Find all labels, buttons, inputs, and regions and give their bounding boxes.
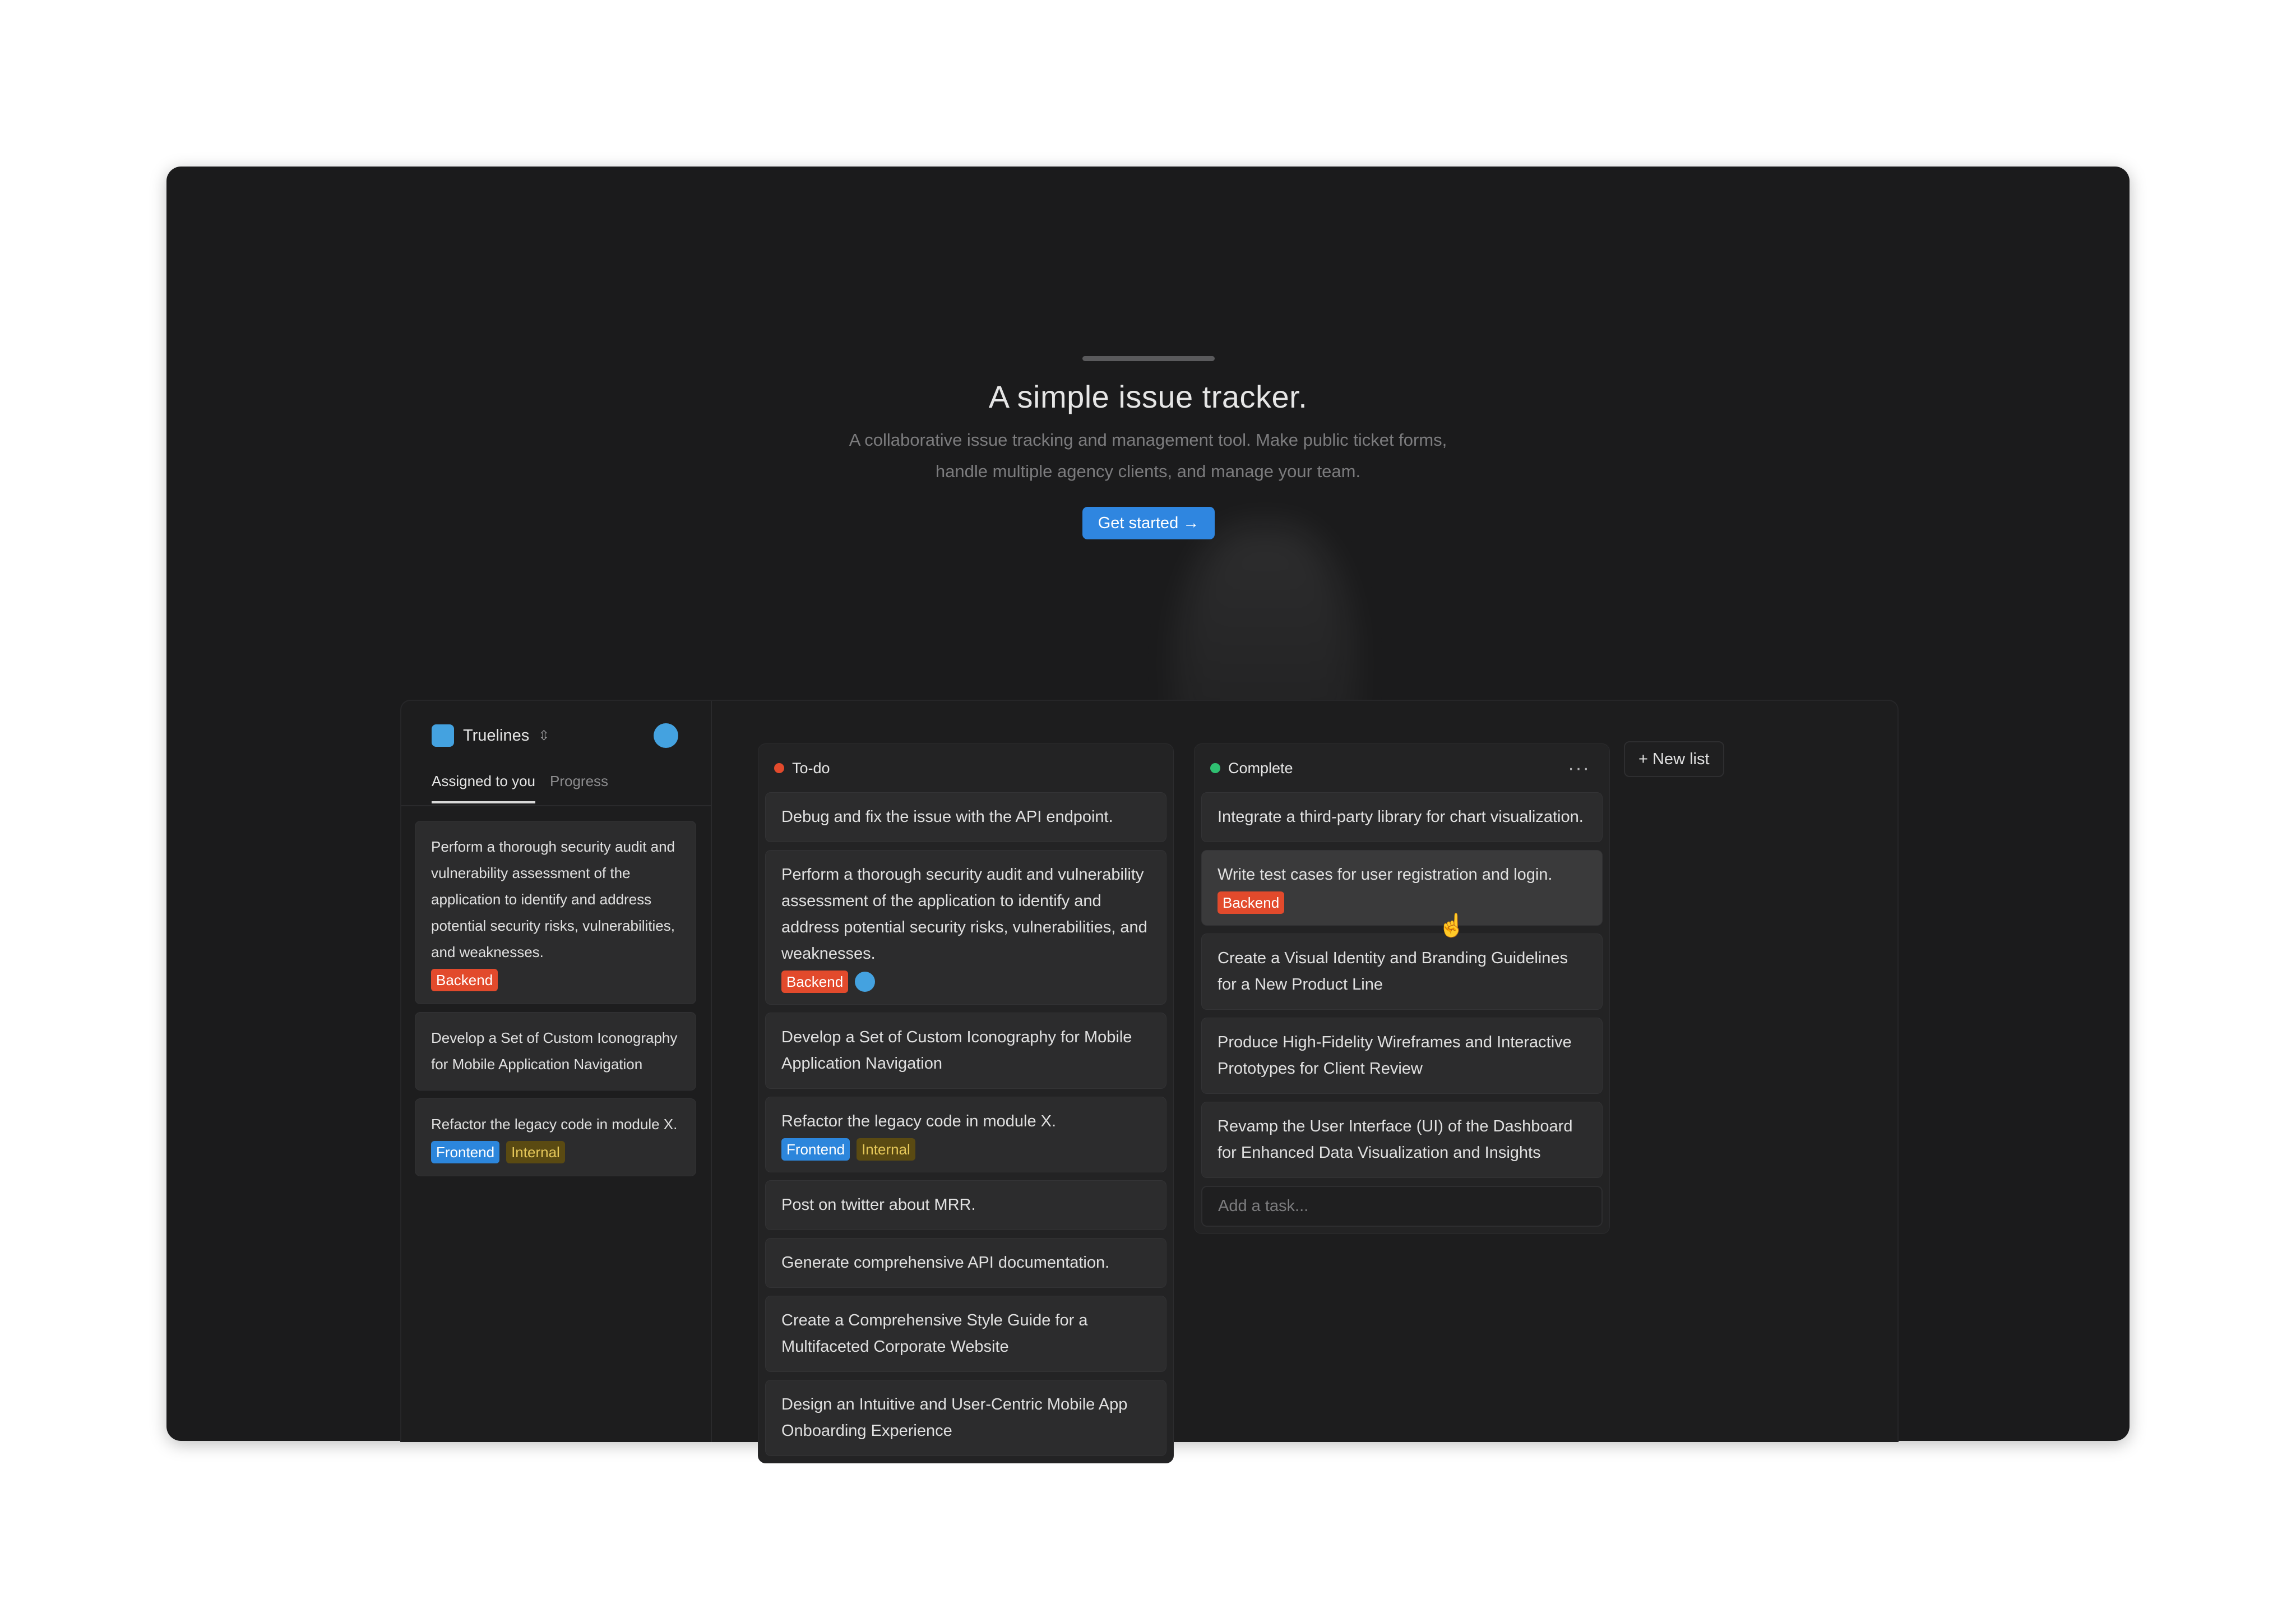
card-text: Refactor the legacy code in module X. xyxy=(781,1112,1057,1130)
tab-assigned-to-you[interactable]: Assigned to you xyxy=(432,773,536,803)
tag-internal: Internal xyxy=(857,1138,915,1161)
card-text: Refactor the legacy code in module X. xyxy=(431,1116,678,1133)
avatar[interactable] xyxy=(654,723,678,748)
card-text: Develop a Set of Custom Iconography for … xyxy=(781,1028,1132,1073)
card-text: Create a Comprehensive Style Guide for a… xyxy=(781,1311,1088,1356)
column-header: Complete ··· xyxy=(1195,744,1609,792)
task-card[interactable]: Create a Comprehensive Style Guide for a… xyxy=(765,1296,1166,1372)
hero-subtitle: A collaborative issue tracking and manag… xyxy=(806,424,1490,487)
list-item[interactable]: Refactor the legacy code in module X. Fr… xyxy=(415,1098,696,1176)
tag-internal: Internal xyxy=(506,1141,565,1163)
card-text: Revamp the User Interface (UI) of the Da… xyxy=(1218,1117,1573,1162)
list-item[interactable]: Develop a Set of Custom Iconography for … xyxy=(415,1012,696,1091)
task-card[interactable]: Produce High-Fidelity Wireframes and Int… xyxy=(1201,1018,1603,1094)
card-text: Integrate a third-party library for char… xyxy=(1218,808,1584,826)
status-dot xyxy=(1210,763,1220,773)
new-list-button[interactable]: + New list xyxy=(1624,741,1724,777)
card-text: Create a Visual Identity and Branding Gu… xyxy=(1218,949,1568,994)
todo-column: To-do Debug and fix the issue with the A… xyxy=(758,743,1174,1463)
task-card[interactable]: Design an Intuitive and User-Centric Mob… xyxy=(765,1380,1166,1456)
workspace-icon xyxy=(432,724,454,747)
column-header: To-do xyxy=(758,744,1173,792)
get-started-button[interactable]: Get started → xyxy=(1082,507,1215,539)
status-dot xyxy=(774,763,784,773)
hero-title: A simple issue tracker. xyxy=(988,379,1308,414)
task-card[interactable]: Develop a Set of Custom Iconography for … xyxy=(765,1013,1166,1089)
add-task-input[interactable]: Add a task... xyxy=(1201,1186,1603,1227)
tag-frontend: Frontend xyxy=(781,1138,850,1161)
task-card[interactable]: Revamp the User Interface (UI) of the Da… xyxy=(1201,1102,1603,1178)
card-text: Debug and fix the issue with the API end… xyxy=(781,808,1113,826)
sidebar-tabs: Assigned to you Progress xyxy=(432,773,608,803)
card-text: Post on twitter about MRR. xyxy=(781,1196,976,1214)
hero-subtitle-line-1: A collaborative issue tracking and manag… xyxy=(849,430,1447,450)
chevron-updown-icon: ⇳ xyxy=(538,728,550,743)
tag-backend: Backend xyxy=(431,969,498,991)
board-preview: Truelines ⇳ Assigned to you Progress Per… xyxy=(400,700,1899,1463)
tabs-divider xyxy=(401,805,711,806)
more-icon[interactable]: ··· xyxy=(1568,757,1590,779)
card-text: Generate comprehensive API documentation… xyxy=(781,1254,1110,1272)
assignee-avatar xyxy=(855,972,876,992)
pointer-cursor-icon: ☝ xyxy=(1438,913,1466,938)
task-card[interactable]: Perform a thorough security audit and vu… xyxy=(765,850,1166,1005)
sidebar: Truelines ⇳ Assigned to you Progress Per… xyxy=(401,701,712,1442)
assigned-list: Perform a thorough security audit and vu… xyxy=(415,821,696,1176)
card-text: Produce High-Fidelity Wireframes and Int… xyxy=(1218,1033,1572,1078)
hero-subtitle-line-2: handle multiple agency clients, and mana… xyxy=(935,461,1361,481)
task-list: Integrate a third-party library for char… xyxy=(1195,792,1609,1233)
card-text: Perform a thorough security audit and vu… xyxy=(431,838,675,960)
task-card[interactable]: Refactor the legacy code in module X. Fr… xyxy=(765,1097,1166,1172)
task-card[interactable]: Integrate a third-party library for char… xyxy=(1201,792,1603,842)
complete-column: Complete ··· Integrate a third-party lib… xyxy=(1194,743,1610,1234)
task-card[interactable]: Debug and fix the issue with the API end… xyxy=(765,792,1166,842)
tag-backend: Backend xyxy=(1218,891,1285,914)
card-text: Write test cases for user registration a… xyxy=(1218,866,1553,884)
hero-handle xyxy=(1082,356,1215,361)
task-list: Debug and fix the issue with the API end… xyxy=(758,792,1173,1463)
workspace-switcher[interactable]: Truelines ⇳ xyxy=(432,723,549,748)
card-text: Perform a thorough security audit and vu… xyxy=(781,866,1147,963)
task-card[interactable]: Post on twitter about MRR. xyxy=(765,1180,1166,1230)
task-card[interactable]: Create a Visual Identity and Branding Gu… xyxy=(1201,934,1603,1010)
workspace-name: Truelines xyxy=(463,726,530,745)
card-text: Design an Intuitive and User-Centric Mob… xyxy=(781,1396,1128,1440)
tag-frontend: Frontend xyxy=(431,1141,500,1163)
task-card[interactable]: Generate comprehensive API documentation… xyxy=(765,1238,1166,1288)
column-title: Complete xyxy=(1228,759,1293,777)
list-item[interactable]: Perform a thorough security audit and vu… xyxy=(415,821,696,1004)
card-text: Develop a Set of Custom Iconography for … xyxy=(431,1029,678,1073)
tab-progress[interactable]: Progress xyxy=(550,773,608,803)
column-title: To-do xyxy=(792,759,830,777)
task-card[interactable]: Write test cases for user registration a… xyxy=(1201,850,1603,926)
tag-backend: Backend xyxy=(781,971,849,993)
